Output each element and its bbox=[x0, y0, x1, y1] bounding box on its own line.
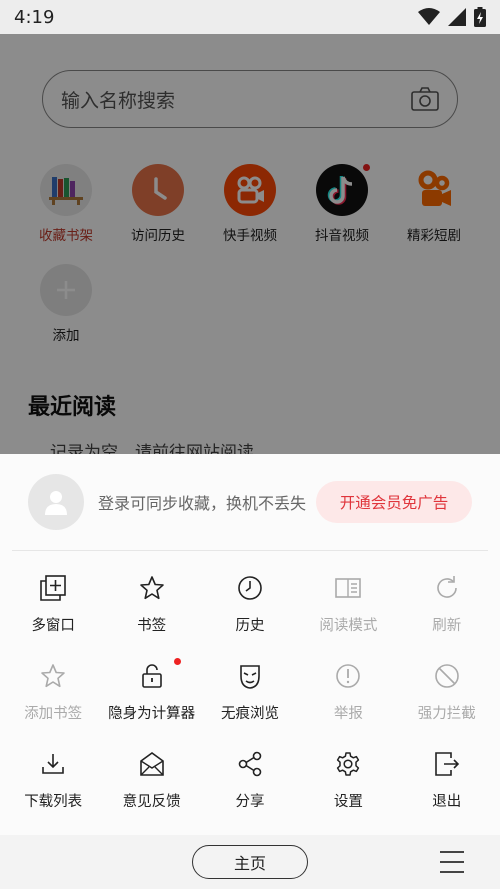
download-icon bbox=[39, 750, 67, 778]
menu-label: 书签 bbox=[137, 618, 167, 634]
status-bar: 4:19 bbox=[0, 0, 500, 34]
menu-refresh[interactable]: 刷新 bbox=[398, 574, 496, 662]
menu-history[interactable]: 历史 bbox=[201, 574, 299, 662]
menu-row: 下载列表 意见反馈 分享 设置 退出 bbox=[4, 750, 496, 838]
menu-label: 无痕浏览 bbox=[220, 706, 279, 722]
menu-label: 多窗口 bbox=[31, 618, 75, 634]
menu-reader-mode[interactable]: 阅读模式 bbox=[299, 574, 397, 662]
alert-icon bbox=[334, 662, 362, 690]
menu-add-bookmark[interactable]: 添加书签 bbox=[4, 662, 102, 750]
menu-label: 添加书签 bbox=[24, 706, 83, 722]
status-icons bbox=[418, 7, 486, 27]
dim-overlay[interactable] bbox=[0, 34, 500, 454]
menu-bookmarks[interactable]: 书签 bbox=[102, 574, 200, 662]
menu-settings[interactable]: 设置 bbox=[299, 750, 397, 838]
menu-label: 历史 bbox=[235, 618, 265, 634]
bottom-bar: 主页 bbox=[0, 835, 500, 889]
menu-row: 多窗口 书签 历史 阅读模式 刷新 bbox=[4, 574, 496, 662]
feedback-icon bbox=[138, 750, 166, 778]
menu-label: 设置 bbox=[333, 794, 363, 810]
exit-icon bbox=[433, 750, 461, 778]
home-button[interactable]: 主页 bbox=[192, 845, 308, 879]
battery-icon bbox=[474, 7, 486, 27]
star-add-icon bbox=[39, 662, 67, 690]
avatar[interactable] bbox=[28, 474, 84, 530]
menu-label: 分享 bbox=[235, 794, 265, 810]
reader-mode-icon bbox=[334, 574, 362, 602]
menu-label: 阅读模式 bbox=[319, 618, 378, 634]
refresh-icon bbox=[433, 574, 461, 602]
menu-exit[interactable]: 退出 bbox=[398, 750, 496, 838]
status-time: 4:19 bbox=[14, 6, 55, 28]
menu-row: 添加书签 隐身为计算器 无痕浏览 举报 强力拦截 bbox=[4, 658, 496, 750]
vip-button[interactable]: 开通会员免广告 bbox=[316, 481, 472, 523]
menu-label: 强力拦截 bbox=[417, 706, 476, 722]
menu-hide-as-calculator[interactable]: 隐身为计算器 bbox=[102, 658, 200, 750]
clock-icon bbox=[236, 574, 264, 602]
user-icon bbox=[45, 491, 67, 515]
menu-label: 退出 bbox=[432, 794, 462, 810]
menu-report[interactable]: 举报 bbox=[299, 662, 397, 750]
divider bbox=[12, 550, 488, 551]
menu-block[interactable]: 强力拦截 bbox=[398, 662, 496, 750]
menu-label: 下载列表 bbox=[24, 794, 83, 810]
menu-multi-window[interactable]: 多窗口 bbox=[4, 574, 102, 662]
gear-icon bbox=[334, 750, 362, 778]
login-row[interactable]: 登录可同步收藏，换机不丢失 开通会员免广告 bbox=[28, 474, 478, 530]
login-hint: 登录可同步收藏，换机不丢失 bbox=[98, 494, 307, 513]
menu-label: 隐身为计算器 bbox=[108, 706, 196, 722]
menu-share[interactable]: 分享 bbox=[201, 750, 299, 838]
block-icon bbox=[433, 662, 461, 690]
lock-icon bbox=[138, 662, 166, 690]
menu-label: 意见反馈 bbox=[122, 794, 181, 810]
menu-incognito[interactable]: 无痕浏览 bbox=[201, 662, 299, 750]
signal-icon bbox=[448, 8, 466, 26]
multi-window-icon bbox=[39, 574, 67, 602]
menu-icon[interactable] bbox=[440, 851, 464, 873]
notification-dot bbox=[174, 658, 182, 665]
mask-icon bbox=[236, 662, 264, 690]
menu-grid: 多窗口 书签 历史 阅读模式 刷新 添加书签 隐身为计算器 无痕浏览 举报 强力… bbox=[4, 574, 496, 838]
menu-sheet: 登录可同步收藏，换机不丢失 开通会员免广告 多窗口 书签 历史 阅读模式 刷新 … bbox=[0, 454, 500, 889]
share-icon bbox=[236, 750, 264, 778]
menu-feedback[interactable]: 意见反馈 bbox=[102, 750, 200, 838]
star-icon bbox=[138, 574, 166, 602]
wifi-icon bbox=[418, 8, 440, 25]
menu-label: 举报 bbox=[333, 706, 363, 722]
menu-label: 刷新 bbox=[432, 618, 462, 634]
menu-downloads[interactable]: 下载列表 bbox=[4, 750, 102, 838]
